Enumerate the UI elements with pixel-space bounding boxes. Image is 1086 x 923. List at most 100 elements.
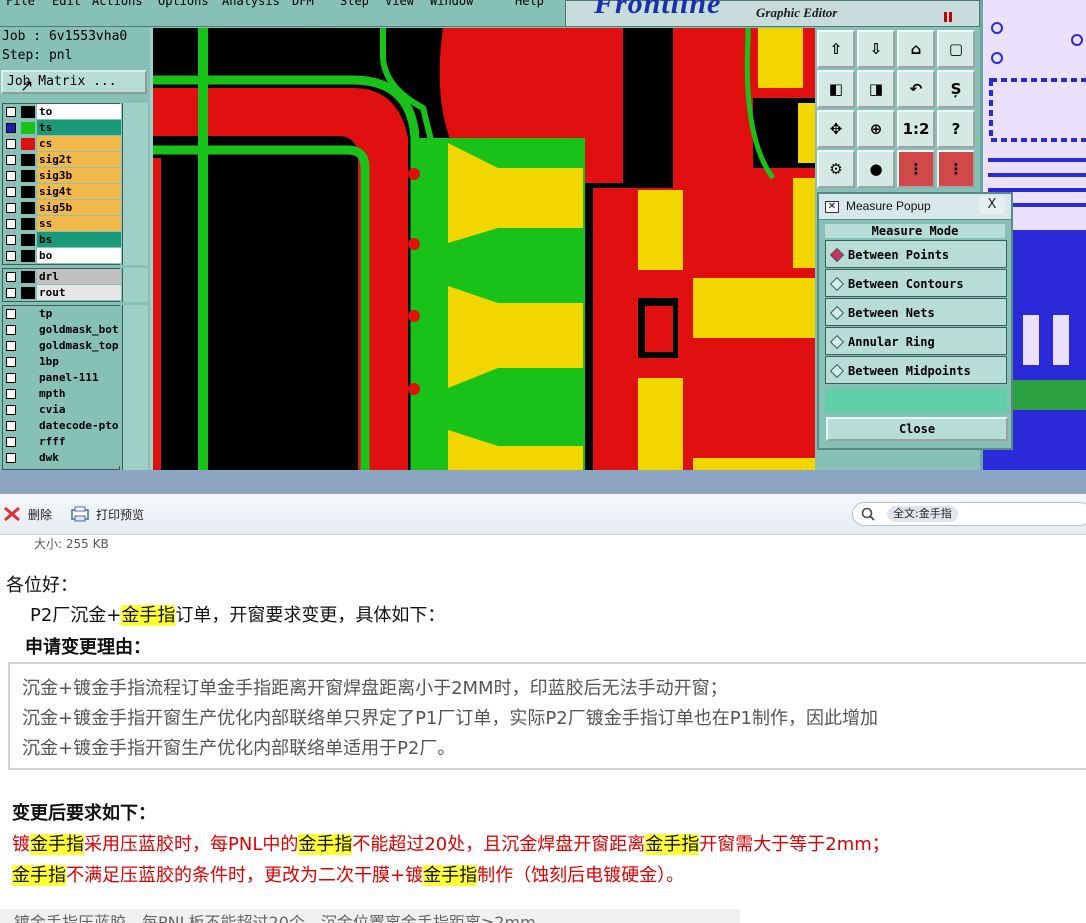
menu-edit[interactable]: Edit — [52, 0, 81, 8]
layer-row-ts[interactable]: ts — [3, 120, 121, 136]
mode-between-points[interactable]: Between Points — [825, 240, 1007, 268]
measure-tool-icon[interactable]: ⚙ — [817, 150, 855, 188]
layer-checkbox[interactable] — [6, 203, 16, 213]
layer-checkbox[interactable] — [6, 171, 16, 181]
layer-name[interactable]: cs — [37, 136, 121, 152]
mode-annular-ring[interactable]: Annular Ring — [825, 327, 1007, 355]
layer-name[interactable]: rfff — [37, 434, 121, 450]
home-icon[interactable]: ⌂ — [897, 30, 935, 68]
measure-popup-titlebar[interactable]: ✕ Measure Popup X — [819, 194, 1011, 220]
zoom-area-icon[interactable]: ▢ — [937, 30, 975, 68]
window-close-button[interactable]: X — [979, 196, 1005, 214]
layer-name[interactable]: mpth — [37, 386, 121, 402]
search-input[interactable]: 全文:金手指 — [852, 502, 1086, 526]
layer-name[interactable]: ss — [37, 216, 121, 232]
pan-right-icon[interactable]: ◨ — [857, 70, 895, 108]
layer-row-drl[interactable]: drl — [3, 269, 121, 285]
layer-name[interactable]: sig4t — [37, 184, 121, 200]
layer-name[interactable]: goldmask_top — [37, 338, 121, 354]
layer-row-mpth[interactable]: mpth — [3, 386, 121, 402]
layer-compare-icon[interactable]: ⋮ — [897, 150, 935, 188]
layer-row-goldmask_top[interactable]: goldmask_top — [3, 338, 121, 354]
print-preview-button[interactable]: 打印预览 — [70, 504, 144, 524]
layer-row-sig4t[interactable]: sig4t — [3, 184, 121, 200]
zoom-out-icon[interactable]: ⇩ — [857, 30, 895, 68]
menu-window[interactable]: Window — [430, 0, 473, 8]
search-filter-chip[interactable]: 全文:金手指 — [887, 506, 958, 522]
pcb-graphic-canvas[interactable] — [150, 28, 815, 470]
layer-row-dwk[interactable]: dwk — [3, 450, 121, 466]
delete-button[interactable]: 删除 — [2, 504, 52, 524]
mode-between-nets[interactable]: Between Nets — [825, 298, 1007, 326]
layer-row-rout[interactable]: rout — [3, 285, 121, 301]
layer-checkbox[interactable] — [6, 123, 16, 133]
layer-name[interactable]: ts — [37, 120, 121, 136]
layer-name[interactable]: cvia — [37, 402, 121, 418]
layer-name[interactable]: dwk — [37, 450, 121, 466]
drill-list-scrollbar[interactable] — [122, 268, 148, 302]
layer-name[interactable]: drl — [37, 269, 121, 285]
layer-row-ss[interactable]: ss — [3, 216, 121, 232]
layer-name[interactable]: goldmask_bot — [37, 322, 121, 338]
layer-name[interactable]: to — [37, 104, 121, 120]
net-icon[interactable]: ● — [857, 150, 895, 188]
menu-file[interactable]: File — [6, 0, 35, 8]
layer-checkbox[interactable] — [6, 357, 16, 367]
layer-swap-icon[interactable]: ⋮ — [937, 150, 975, 188]
snap-icon[interactable]: Ș — [937, 70, 975, 108]
center-icon[interactable]: ⊕ — [857, 110, 895, 148]
layer-row-tp[interactable]: tp — [3, 306, 121, 322]
layer-name[interactable]: tp — [37, 306, 121, 322]
layer-row-1bp[interactable]: 1bp — [3, 354, 121, 370]
layer-row-goldmask_bot[interactable]: goldmask_bot — [3, 322, 121, 338]
layer-checkbox[interactable] — [6, 325, 16, 335]
layer-name[interactable]: sig2t — [37, 152, 121, 168]
layer-checkbox[interactable] — [6, 453, 16, 463]
layer-row-panel-111[interactable]: panel-111 — [3, 370, 121, 386]
layer-name[interactable]: 1bp — [37, 354, 121, 370]
layer-checkbox[interactable] — [6, 251, 16, 261]
menu-options[interactable]: Options — [158, 0, 209, 8]
layer-checkbox[interactable] — [6, 341, 16, 351]
layer-row-sig5b[interactable]: sig5b — [3, 200, 121, 216]
layer-checkbox[interactable] — [6, 187, 16, 197]
layer-name[interactable]: sig5b — [37, 200, 121, 216]
layer-name[interactable]: bo — [37, 248, 121, 264]
layer-checkbox[interactable] — [6, 421, 16, 431]
zoom-in-icon[interactable]: ⇧ — [817, 30, 855, 68]
layer-checkbox[interactable] — [6, 288, 16, 298]
fit-all-icon[interactable]: ✥ — [817, 110, 855, 148]
layer-checkbox[interactable] — [6, 389, 16, 399]
layer-checkbox[interactable] — [6, 107, 16, 117]
layer-row-cs[interactable]: cs — [3, 136, 121, 152]
layer-checkbox[interactable] — [6, 405, 16, 415]
menu-help[interactable]: Help — [515, 0, 544, 8]
layer-row-sig2t[interactable]: sig2t — [3, 152, 121, 168]
layer-name[interactable]: bs — [37, 232, 121, 248]
pan-left-icon[interactable]: ◧ — [817, 70, 855, 108]
layer-checkbox[interactable] — [6, 155, 16, 165]
layer-row-bs[interactable]: bs — [3, 232, 121, 248]
layer-row-cvia[interactable]: cvia — [3, 402, 121, 418]
layer-checkbox[interactable] — [6, 219, 16, 229]
layer-row-rfff[interactable]: rfff — [3, 434, 121, 450]
menu-dfm[interactable]: DFM — [292, 0, 314, 8]
layer-checkbox[interactable] — [6, 373, 16, 383]
layer-name[interactable]: datecode-pto — [37, 418, 121, 434]
menu-step[interactable]: Step — [340, 0, 369, 8]
layer-checkbox[interactable] — [6, 309, 16, 319]
layer-name[interactable]: rout — [37, 285, 121, 301]
ratio-1-2-icon[interactable]: 1:2 — [897, 110, 935, 148]
layer-checkbox[interactable] — [6, 235, 16, 245]
menu-actions[interactable]: Actions — [92, 0, 143, 8]
layer-name[interactable]: sig3b — [37, 168, 121, 184]
layer-checkbox[interactable] — [6, 139, 16, 149]
undo-icon[interactable]: ↶ — [897, 70, 935, 108]
layer-row-to[interactable]: to — [3, 104, 121, 120]
layer-row-sig3b[interactable]: sig3b — [3, 168, 121, 184]
mode-between-midpoints[interactable]: Between Midpoints — [825, 356, 1007, 384]
layer-row-bo[interactable]: bo — [3, 248, 121, 264]
misc-list-scrollbar[interactable] — [122, 305, 148, 470]
layer-checkbox[interactable] — [6, 437, 16, 447]
menu-view[interactable]: View — [385, 0, 414, 8]
